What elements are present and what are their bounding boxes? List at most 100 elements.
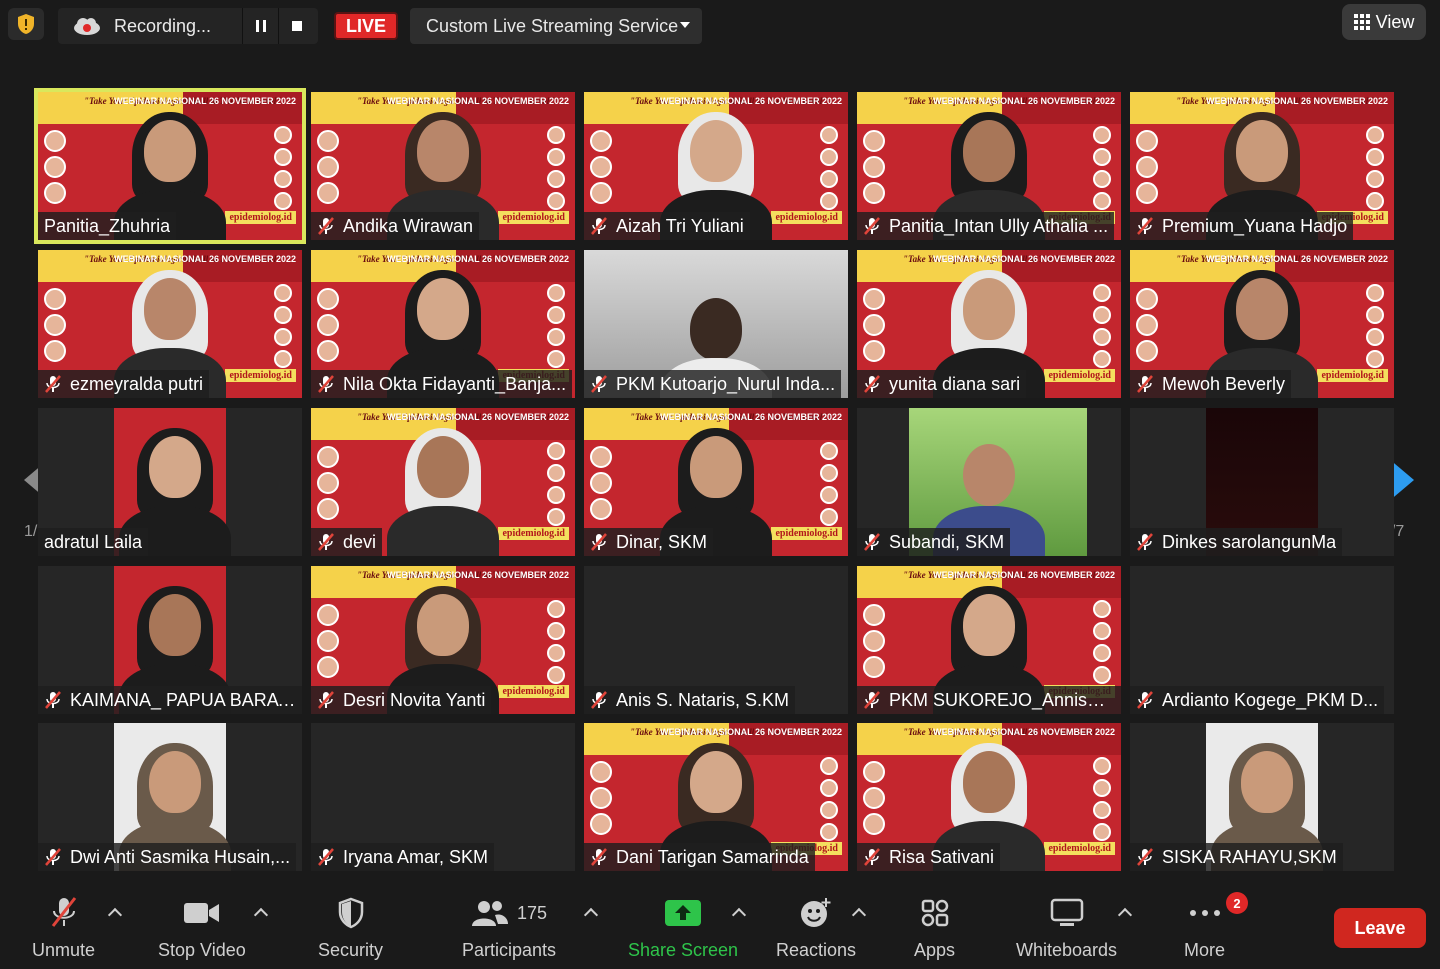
participant-name-bar: Mewoh Beverly [1130, 370, 1292, 398]
unmute-button[interactable]: Unmute [32, 896, 95, 961]
participant-tile[interactable]: adratul Laila [38, 408, 302, 556]
video-options-chevron-icon[interactable] [253, 907, 269, 923]
muted-mic-icon [1136, 217, 1154, 235]
participants-icon [472, 901, 508, 926]
stop-video-button[interactable]: Stop Video [158, 896, 246, 961]
muted-mic-icon [1136, 533, 1154, 551]
banner-event: WEBINAR NASIONAL 26 NOVEMBER 2022 [387, 412, 569, 422]
participant-name: devi [343, 531, 377, 552]
live-badge[interactable]: LIVE [334, 12, 399, 40]
participant-name: Andika Wirawan [343, 215, 474, 236]
participant-tile[interactable]: "Take Your Epidemiological Skill to The … [584, 92, 848, 240]
participant-tile[interactable]: "Take Your Epidemiological Skill to The … [584, 723, 848, 871]
participant-tile[interactable]: "Take Your Epidemiological Skill to The … [1130, 92, 1394, 240]
participant-tile[interactable]: "Take Your Epidemiological Skill to The … [857, 250, 1121, 398]
participant-name: Panitia_Zhuhria [44, 215, 171, 236]
apps-icon [920, 896, 950, 930]
muted-mic-icon [1136, 691, 1154, 709]
participant-name-bar: KAIMANA_ PAPUA BARAT... [38, 686, 302, 714]
participant-name: Desri Novita Yanti [343, 689, 486, 710]
participant-tile[interactable]: "Take Your Epidemiological Skill to The … [857, 92, 1121, 240]
participant-tile[interactable]: "Take Your Epidemiological Skill to The … [311, 566, 575, 714]
participant-name-bar: Ardianto Kogege_PKM D... [1130, 686, 1385, 714]
muted-mic-icon [317, 217, 335, 235]
muted-mic-icon [863, 533, 881, 551]
grid-view-icon [1353, 14, 1370, 30]
streaming-service-dropdown[interactable]: Custom Live Streaming Service [410, 8, 702, 44]
whiteboards-options-chevron-icon[interactable] [1117, 907, 1133, 923]
whiteboards-button[interactable]: Whiteboards [1016, 896, 1117, 961]
audio-options-chevron-icon[interactable] [107, 907, 123, 923]
participant-tile[interactable]: "Take Your Epidemiological Skill to The … [311, 250, 575, 398]
whiteboards-label: Whiteboards [1016, 940, 1118, 960]
banner-event: WEBINAR NASIONAL 26 NOVEMBER 2022 [387, 96, 569, 106]
encryption-shield-icon[interactable] [8, 8, 44, 40]
banner-event: WEBINAR NASIONAL 26 NOVEMBER 2022 [1206, 96, 1388, 106]
banner-site: epidemiolog.id [1317, 369, 1388, 382]
participant-tile[interactable]: "Take Your Epidemiological Skill to The … [857, 566, 1121, 714]
participant-name: Iryana Amar, SKM [343, 846, 489, 867]
participant-tile[interactable]: "Take Your Epidemiological Skill to The … [311, 92, 575, 240]
video-camera-icon [183, 896, 221, 930]
stop-recording-button[interactable] [278, 8, 314, 44]
participant-tile[interactable]: Dwi Anti Sasmika Husain,... [38, 723, 302, 871]
apps-button[interactable]: Apps [914, 896, 955, 961]
view-button[interactable]: View [1342, 4, 1426, 40]
participant-tile[interactable]: "Take Your Epidemiological Skill to The … [584, 408, 848, 556]
banner-event: WEBINAR NASIONAL 26 NOVEMBER 2022 [1206, 254, 1388, 264]
participant-name: KAIMANA_ PAPUA BARAT... [70, 689, 296, 710]
muted-mic-icon [44, 375, 62, 393]
reactions-label: Reactions [776, 940, 857, 960]
more-notification-badge: 2 [1226, 892, 1248, 914]
banner-event: WEBINAR NASIONAL 26 NOVEMBER 2022 [933, 254, 1115, 264]
participant-tile[interactable]: Dinkes sarolangunMa [1130, 408, 1394, 556]
banner-event: WEBINAR NASIONAL 26 NOVEMBER 2022 [660, 96, 842, 106]
unmute-label: Unmute [32, 940, 96, 960]
muted-mic-icon [317, 691, 335, 709]
banner-site: epidemiolog.id [225, 369, 296, 382]
banner-event: WEBINAR NASIONAL 26 NOVEMBER 2022 [933, 727, 1115, 737]
share-screen-label: Share Screen [628, 940, 739, 960]
participant-tile[interactable]: "Take Your Epidemiological Skill to The … [34, 88, 306, 244]
more-button[interactable]: More [1184, 896, 1225, 961]
participant-name-bar: Panitia_Intan Ully Athalia ... [857, 212, 1115, 240]
apps-label: Apps [914, 940, 956, 960]
participant-tile[interactable]: "Take Your Epidemiological Skill to The … [311, 408, 575, 556]
pause-icon [255, 20, 266, 32]
participant-name-bar: yunita diana sari [857, 370, 1027, 398]
participant-name-bar: adratul Laila [38, 528, 149, 556]
banner-event: WEBINAR NASIONAL 26 NOVEMBER 2022 [387, 570, 569, 580]
participant-tile[interactable]: "Take Your Epidemiological Skill to The … [1130, 250, 1394, 398]
participant-name: Anis S. Nataris, S.KM [616, 689, 790, 710]
muted-mic-icon [49, 896, 79, 930]
leave-button[interactable]: Leave [1334, 908, 1426, 948]
participant-tile[interactable]: Subandi, SKM [857, 408, 1121, 556]
participant-tile[interactable]: "Take Your Epidemiological Skill to The … [857, 723, 1121, 871]
participants-button[interactable]: 175 Participants [462, 896, 556, 961]
participant-name-bar: Desri Novita Yanti [311, 686, 492, 714]
participants-options-chevron-icon[interactable] [583, 907, 599, 923]
participant-tile[interactable]: SISKA RAHAYU,SKM [1130, 723, 1394, 871]
participant-tile[interactable]: Anis S. Nataris, S.KM [584, 566, 848, 714]
banner-site: epidemiolog.id [771, 527, 842, 540]
cloud-recording-icon [72, 16, 102, 36]
pause-recording-button[interactable] [242, 8, 278, 44]
participant-name: Dinar, SKM [616, 531, 708, 552]
participant-tile[interactable]: Ardianto Kogege_PKM D... [1130, 566, 1394, 714]
muted-mic-icon [317, 848, 335, 866]
participant-tile[interactable]: Iryana Amar, SKM [311, 723, 575, 871]
participant-name: adratul Laila [44, 531, 143, 552]
participant-tile[interactable]: KAIMANA_ PAPUA BARAT... [38, 566, 302, 714]
security-button[interactable]: Security [318, 896, 383, 961]
muted-mic-icon [863, 217, 881, 235]
participant-name-bar: Subandi, SKM [857, 528, 1011, 556]
reactions-button[interactable]: Reactions [776, 896, 856, 961]
muted-mic-icon [317, 533, 335, 551]
participant-tile[interactable]: "Take Your Epidemiological Skill to The … [38, 250, 302, 398]
participant-name-bar: Risa Sativani [857, 843, 1001, 871]
share-screen-button[interactable]: Share Screen [628, 896, 738, 961]
view-label: View [1375, 11, 1415, 32]
participant-tile[interactable]: PKM Kutoarjo_Nurul Inda... [584, 250, 848, 398]
participant-name: Aizah Tri Yuliani [616, 215, 744, 236]
muted-mic-icon [44, 691, 62, 709]
